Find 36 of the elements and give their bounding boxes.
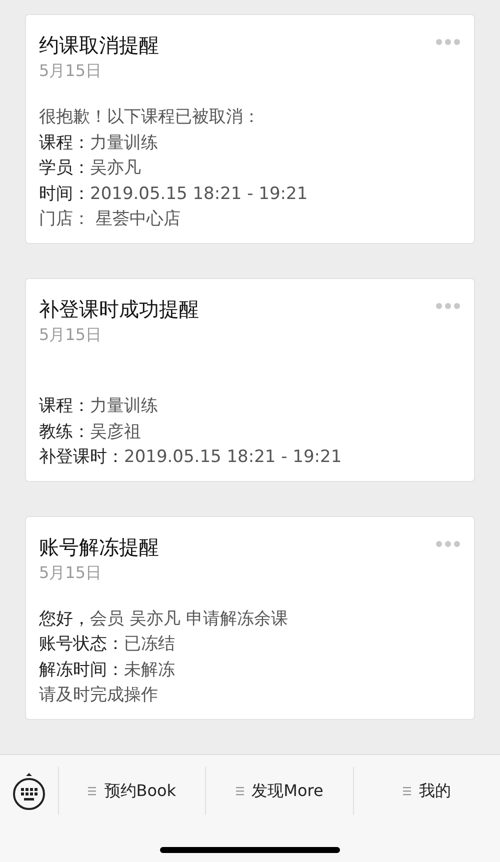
- field-value: 未解冻: [124, 658, 175, 682]
- more-button[interactable]: [436, 302, 460, 308]
- field-label: 账号状态：: [39, 633, 124, 656]
- field-value: 2019.05.15 18:21 - 19:21: [90, 182, 308, 206]
- more-button[interactable]: [436, 540, 460, 546]
- menu-lines-icon: [88, 786, 96, 796]
- field-label: 时间：: [39, 182, 90, 206]
- message-date: 5月15日: [39, 324, 103, 346]
- message-date: 5月15日: [39, 60, 103, 82]
- message-date: 5月15日: [39, 562, 103, 584]
- message-line: 门店： 星荟中心店: [39, 208, 182, 231]
- field-label: 学员：: [39, 157, 90, 180]
- message-line: 很抱歉！以下课程已被取消：: [39, 106, 261, 129]
- field-label: 课程：: [39, 132, 90, 154]
- field-value: 力量训练: [90, 132, 158, 154]
- field-label: 教练：: [39, 420, 90, 444]
- message-title: 补登课时成功提醒: [39, 296, 199, 322]
- menu-lines-icon: [402, 786, 411, 796]
- more-button[interactable]: [436, 39, 460, 45]
- message-title: 约课取消提醒: [39, 32, 159, 59]
- field-value: 已冻结: [124, 633, 175, 656]
- field-label: 您好，: [39, 608, 90, 630]
- message-line: 请及时完成操作: [39, 684, 159, 707]
- field-value: 2019.05.15 18:21 - 19:21: [124, 446, 342, 469]
- field-label: 解冻时间：: [39, 658, 124, 682]
- menu-button[interactable]: 发现More: [236, 779, 324, 803]
- field-value: 力量训练: [90, 395, 158, 418]
- message-title: 账号解冻提醒: [39, 534, 159, 560]
- menu-lines-icon: [236, 786, 244, 796]
- field-value: 吴亦凡: [90, 157, 141, 180]
- field-value: 吴彦祖: [90, 420, 141, 444]
- field-value: 会员 吴亦凡 申请解冻余课: [90, 608, 288, 630]
- menu-button[interactable]: 我的: [402, 779, 451, 803]
- field-label: 补登课时：: [39, 446, 124, 469]
- field-label: 课程：: [39, 395, 90, 418]
- menu-button[interactable]: 预约Book: [88, 779, 176, 803]
